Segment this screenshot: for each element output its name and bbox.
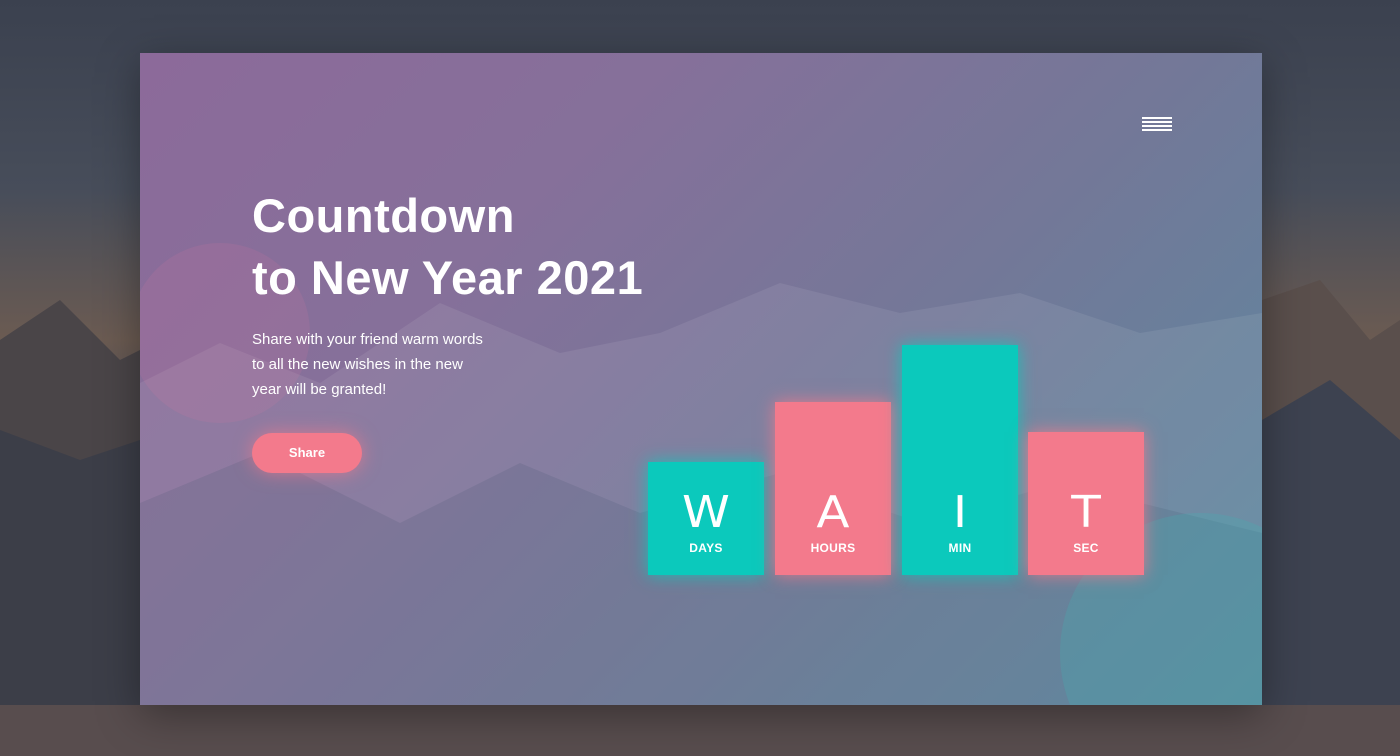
countdown-bar-days: W DAYS [648,462,764,575]
bar-letter-w: W [682,487,730,538]
title-line-2: to New Year 2021 [252,251,644,304]
subtitle-line-2: to all the new wishes in the new [252,356,463,373]
bar-letter-t: T [1071,487,1101,538]
subtitle-line-3: year will be granted! [252,381,387,398]
page-title: Countdown to New Year 2021 [252,185,643,309]
subtitle-line-1: Share with your friend warm words [252,331,483,348]
countdown-bar-hours: A HOURS [775,402,891,575]
bar-letter-i: I [952,487,968,538]
title-line-1: Countdown [252,189,515,242]
countdown-bar-min: I MIN [902,345,1018,575]
days-label: DAYS [689,541,723,555]
sec-label: SEC [1073,541,1099,555]
countdown-card: Countdown to New Year 2021 Share with yo… [140,53,1262,705]
subtitle-text: Share with your friend warm words to all… [252,327,512,402]
hours-label: HOURS [810,541,856,555]
min-label: MIN [948,541,972,555]
hamburger-menu-icon[interactable] [1142,117,1172,133]
bar-letter-a: A [816,487,850,538]
page-background: Countdown to New Year 2021 Share with yo… [0,0,1400,756]
share-button[interactable]: Share [252,433,362,473]
countdown-bar-sec: T SEC [1028,432,1144,575]
